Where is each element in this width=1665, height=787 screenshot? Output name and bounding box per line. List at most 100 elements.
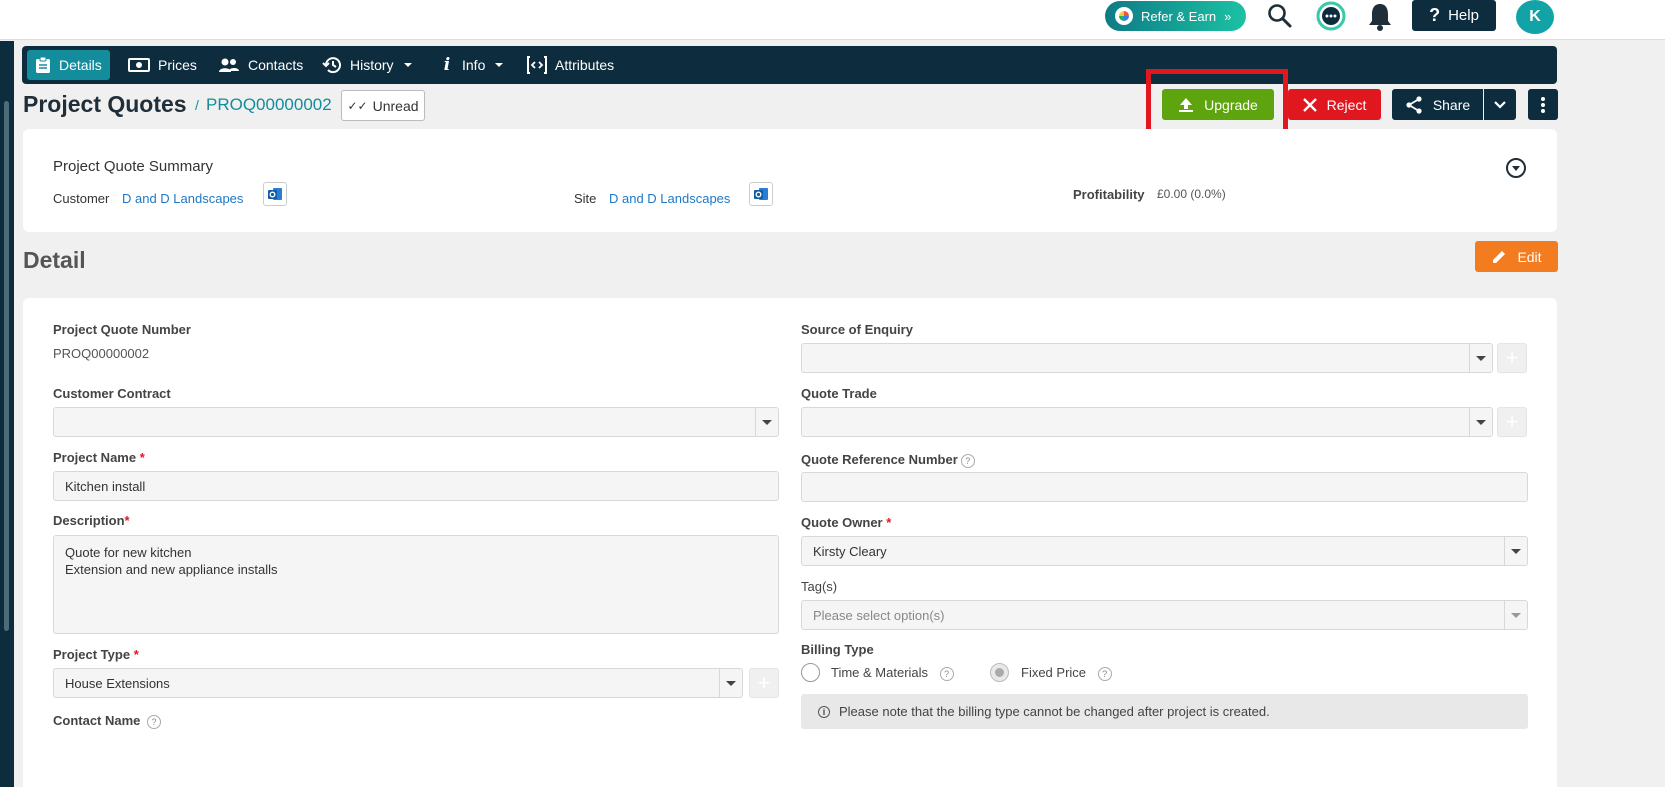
dropdown-arrow-icon[interactable] [1504,537,1527,565]
help-circle-icon[interactable]: ? [147,714,162,729]
project-name-value: Kitchen install [65,478,146,494]
info-icon: i [443,55,451,75]
tab-prices-label: Prices [158,57,197,73]
description-textarea[interactable]: Quote for new kitchen Extension and new … [53,535,779,634]
breadcrumb-separator: / [195,97,199,113]
tab-info-label: Info [462,57,486,73]
edit-button[interactable]: Edit [1475,241,1558,272]
dropdown-arrow-icon[interactable] [755,408,778,436]
chevron-down-icon [1494,100,1506,109]
quote-number-label: Project Quote Number [53,322,191,337]
trade-select[interactable] [801,407,1493,437]
left-rail-scrollbar[interactable] [4,101,9,631]
billing-notice-text: Please note that the billing type cannot… [839,704,1270,719]
dropdown-arrow-icon[interactable] [1469,408,1492,436]
search-icon[interactable] [1264,0,1296,32]
top-bar: Refer & Earn » ? Help K [0,0,1665,40]
description-line: Extension and new appliance installs [65,562,278,577]
required-marker: * [886,515,892,530]
customer-contract-select[interactable] [53,407,779,437]
quote-reference: PROQ00000002 [206,95,332,114]
tags-placeholder: Please select option(s) [813,607,945,623]
dropdown-arrow-icon[interactable] [719,669,742,697]
billing-time-materials-radio[interactable] [801,663,820,682]
share-label: Share [1432,96,1471,113]
billing-notice: i Please note that the billing type cann… [801,694,1528,729]
site-link[interactable]: D and D Landscapes [609,191,730,206]
owner-label-text: Quote Owner [801,515,883,530]
refer-and-earn-button[interactable]: Refer & Earn » [1105,1,1246,31]
summary-title: Project Quote Summary [53,158,214,175]
customer-label: Customer [53,191,110,206]
tab-contacts-label: Contacts [248,57,304,73]
ref-number-label: Quote Reference Number? [801,452,975,468]
reject-button[interactable]: Reject [1288,89,1381,120]
tab-history-label: History [350,57,394,73]
share-button[interactable]: Share [1392,89,1483,120]
help-button[interactable]: ? Help [1412,0,1496,31]
billing-fixed-price-label: Fixed Price ? [1021,665,1112,681]
required-marker: * [133,647,139,662]
dropdown-arrow-icon[interactable] [1504,601,1527,629]
more-options-button[interactable] [1528,89,1558,120]
help-circle-icon[interactable]: ? [960,453,975,468]
help-circle-icon[interactable]: ? [1097,666,1112,681]
tab-attributes[interactable]: Attributes [519,50,622,80]
record-nav-bar: Details Prices Contacts History i Info A… [22,46,1557,84]
billing-fixed-price-radio[interactable] [990,663,1009,682]
project-name-input[interactable]: Kitchen install [53,471,779,501]
ref-number-input[interactable] [801,472,1528,502]
add-source-button[interactable]: + [1497,343,1527,373]
quote-number-value: PROQ00000002 [53,346,150,361]
tab-contacts[interactable]: Contacts [210,50,311,80]
pencil-icon [1493,250,1506,263]
owner-label: Quote Owner * [801,515,891,530]
project-name-label-text: Project Name [53,450,137,465]
project-type-value: House Extensions [65,675,170,691]
source-select[interactable] [801,343,1493,373]
users-icon [219,58,239,72]
upgrade-button[interactable]: Upgrade [1162,89,1274,120]
owner-value: Kirsty Cleary [813,543,887,559]
add-project-type-button[interactable]: + [749,668,779,698]
refer-label: Refer & Earn [1141,8,1217,24]
upload-icon [1179,97,1194,112]
profitability-value: £0.00 (0.0%) [1157,187,1226,201]
collapse-summary-icon[interactable] [1506,158,1526,178]
share-dropdown-button[interactable] [1484,89,1516,120]
chat-icon[interactable] [1315,0,1347,32]
close-icon [1302,97,1317,112]
bell-icon[interactable] [1364,0,1396,32]
customer-link[interactable]: D and D Landscapes [122,191,243,206]
project-type-select[interactable]: House Extensions [53,668,743,698]
add-trade-button[interactable]: + [1497,407,1527,437]
description-line: Quote for new kitchen [65,545,192,560]
kebab-menu-icon [1541,96,1545,113]
user-avatar[interactable]: K [1516,0,1554,34]
unread-label: Unread [372,97,419,114]
description-label: Description* [53,513,130,528]
project-type-label-text: Project Type [53,647,131,662]
ref-number-label-text: Quote Reference Number [801,452,958,467]
question-mark-icon: ? [1429,5,1441,25]
owner-select[interactable]: Kirsty Cleary [801,536,1528,566]
history-icon [322,57,341,74]
outlook-icon[interactable] [749,182,773,206]
tags-select[interactable]: Please select option(s) [801,600,1528,630]
outlook-icon[interactable] [263,182,287,206]
help-circle-icon[interactable]: ? [939,666,954,681]
unread-button[interactable]: ✓✓ Unread [341,90,425,121]
tab-prices[interactable]: Prices [120,50,205,80]
tab-history[interactable]: History [314,50,420,80]
billing-option-label: Fixed Price [1021,665,1087,680]
chevron-down-icon [403,63,412,67]
dropdown-arrow-icon[interactable] [1469,344,1492,372]
detail-heading: Detail [23,247,86,273]
billing-time-materials-label: Time & Materials ? [831,665,954,681]
tab-details[interactable]: Details [27,50,110,80]
chevron-down-icon [495,63,504,67]
help-label: Help [1448,7,1479,24]
site-label: Site [574,191,597,206]
tab-info[interactable]: i Info [432,50,511,80]
money-icon [128,58,150,72]
